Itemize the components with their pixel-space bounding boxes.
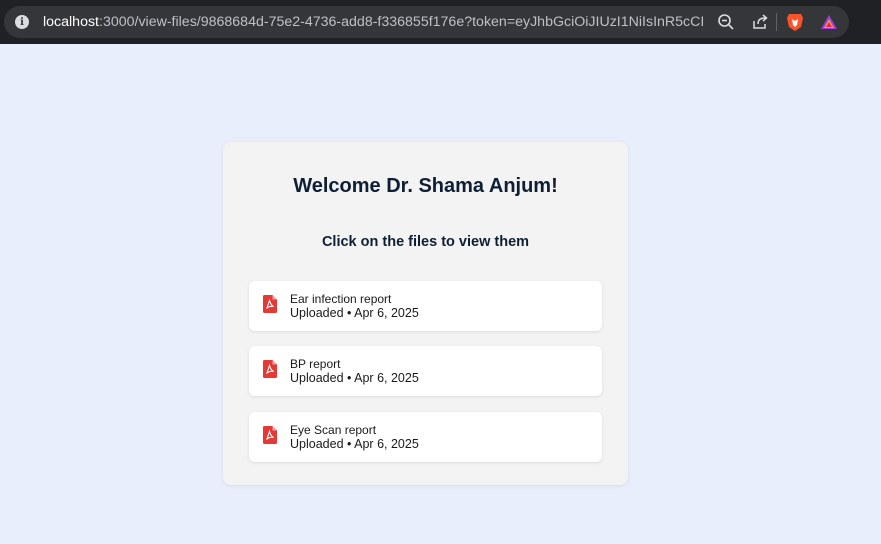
- file-name: Eye Scan report: [290, 423, 377, 437]
- file-item-bp-report[interactable]: BP report Uploaded • Apr 6, 2025: [249, 346, 602, 396]
- file-name: Ear infection report: [290, 292, 392, 306]
- toolbar-divider: [776, 13, 777, 31]
- brave-rewards-icon[interactable]: [819, 12, 839, 32]
- file-upload-date: Uploaded • Apr 6, 2025: [290, 371, 419, 385]
- info-icon[interactable]: i: [15, 15, 29, 29]
- file-item-ear-infection-report[interactable]: Ear infection report Uploaded • Apr 6, 2…: [249, 281, 602, 331]
- file-name: BP report: [290, 357, 341, 371]
- browser-toolbar: i localhost:3000/view-files/9868684d-75e…: [0, 0, 881, 44]
- address-bar[interactable]: i localhost:3000/view-files/9868684d-75e…: [4, 6, 849, 38]
- file-upload-date: Uploaded • Apr 6, 2025: [290, 437, 419, 451]
- brave-shield-icon[interactable]: [785, 12, 805, 32]
- url-text[interactable]: localhost:3000/view-files/9868684d-75e2-…: [43, 14, 705, 30]
- page-title: Welcome Dr. Shama Anjum!: [293, 175, 558, 197]
- pdf-icon: [263, 426, 277, 444]
- share-icon[interactable]: [750, 12, 770, 32]
- file-item-eye-scan-report[interactable]: Eye Scan report Uploaded • Apr 6, 2025: [249, 412, 602, 462]
- instruction-text: Click on the files to view them: [321, 234, 530, 250]
- files-card: Welcome Dr. Shama Anjum! Click on the fi…: [223, 142, 628, 485]
- file-upload-date: Uploaded • Apr 6, 2025: [290, 306, 419, 320]
- zoom-out-icon[interactable]: [716, 12, 736, 32]
- pdf-icon: [263, 360, 277, 378]
- pdf-icon: [263, 295, 277, 313]
